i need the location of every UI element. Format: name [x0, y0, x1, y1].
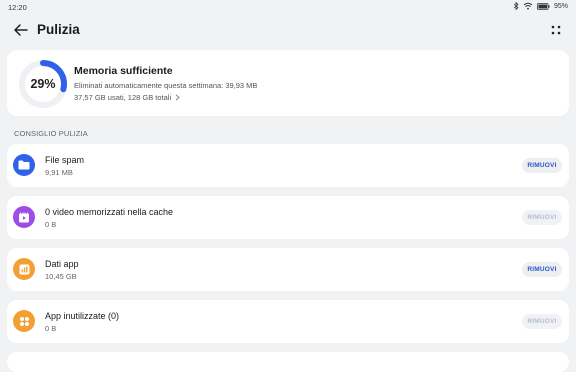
more-options-button[interactable]	[548, 22, 564, 38]
status-icons: 95%	[513, 2, 568, 10]
status-bar: 12:20 95%	[0, 0, 576, 14]
storage-usage-link[interactable]: 37,57 GB usati, 128 GB totali	[74, 93, 180, 102]
item-size: 9,91 MB	[45, 168, 73, 177]
list-item-video-cache[interactable]: 0 video memorizzati nella cache 0 B RIMU…	[7, 196, 569, 239]
four-dots-icon	[551, 25, 561, 35]
back-arrow-icon	[14, 24, 28, 36]
app-data-icon	[13, 258, 35, 280]
folder-icon	[13, 154, 35, 176]
item-size: 10,45 GB	[45, 272, 77, 281]
list-item-partial[interactable]	[7, 352, 569, 372]
remove-button[interactable]: RIMUOVI	[522, 158, 562, 173]
video-icon	[13, 206, 35, 228]
section-header: CONSIGLIO PULIZIA	[14, 129, 88, 138]
storage-usage-text: 37,57 GB usati, 128 GB totali	[74, 93, 172, 102]
back-button[interactable]	[12, 21, 30, 39]
storage-card[interactable]: 29% Memoria sufficiente Eliminati automa…	[7, 50, 569, 116]
item-title: 0 video memorizzati nella cache	[45, 207, 174, 217]
battery-icon	[537, 2, 550, 10]
chevron-right-icon	[175, 94, 180, 101]
list-item-junk-files[interactable]: File spam 9,91 MB RIMUOVI	[7, 144, 569, 187]
header: Pulizia	[0, 16, 576, 44]
item-size: 0 B	[45, 324, 57, 333]
item-size: 0 B	[45, 220, 57, 229]
apps-grid-icon	[13, 310, 35, 332]
remove-button[interactable]: RIMUOVI	[522, 210, 562, 225]
bluetooth-icon	[513, 2, 519, 10]
battery-percentage: 95%	[553, 2, 568, 10]
remove-button[interactable]: RIMUOVI	[522, 314, 562, 329]
page-title: Pulizia	[37, 22, 80, 37]
auto-deleted-text: Eliminati automaticamente questa settima…	[74, 81, 258, 90]
list-item-app-data[interactable]: Dati app 10,45 GB RIMUOVI	[7, 248, 569, 291]
item-title: App inutilizzate (0)	[45, 311, 120, 321]
item-title: File spam	[45, 155, 85, 165]
item-title: Dati app	[45, 259, 79, 269]
storage-status-title: Memoria sufficiente	[74, 65, 173, 77]
list-item-unused-apps[interactable]: App inutilizzate (0) 0 B RIMUOVI	[7, 300, 569, 343]
remove-button[interactable]: RIMUOVI	[522, 262, 562, 277]
wifi-icon	[523, 2, 533, 10]
status-time: 12:20	[8, 3, 27, 12]
storage-percent: 29%	[30, 77, 56, 91]
